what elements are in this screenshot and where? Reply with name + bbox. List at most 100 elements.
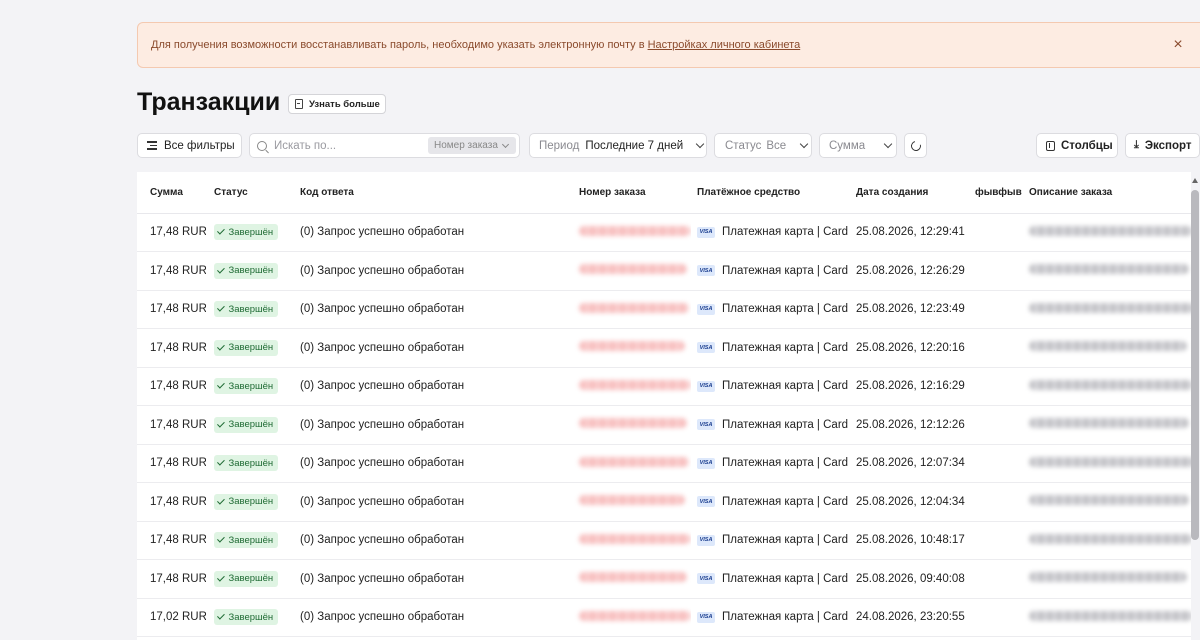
- cell-description: [1025, 559, 1191, 599]
- cell-status: Завершён: [206, 328, 288, 368]
- payment-method-label: Платежная карта | Card: [722, 341, 848, 354]
- learn-more-label: Узнать больше: [309, 98, 380, 110]
- transactions-table: Сумма Статус Код ответа Номер заказа Пла…: [137, 172, 1191, 640]
- table-row[interactable]: 17,48 RUR Завершён (0) Запрос успешно обра…: [137, 482, 1191, 522]
- scroll-up-icon[interactable]: [1192, 178, 1198, 183]
- status-badge: Завершён: [214, 378, 279, 395]
- cell-status: Завершён: [206, 213, 288, 252]
- status-badge: Завершён: [214, 455, 279, 472]
- column-header-status[interactable]: Статус: [206, 172, 288, 214]
- chevron-down-icon: [883, 139, 893, 149]
- table-row[interactable]: 17,48 RUR Завершён (0) Запрос успешно обра…: [137, 444, 1191, 483]
- chevron-down-icon: [501, 140, 509, 148]
- table-row[interactable]: 17,48 RUR Завершён (0) Запрос успешно обра…: [137, 328, 1191, 368]
- all-filters-button[interactable]: Все фильтры: [137, 133, 242, 158]
- table-row[interactable]: 17,48 RUR Завершён (0) Запрос успешно обра…: [137, 559, 1191, 599]
- cell-status: Завершён: [206, 598, 288, 637]
- cell-description: [1025, 444, 1191, 483]
- cell-date: 25.08.2026, 12:12:26: [848, 405, 971, 445]
- cell-payment: VISA Платежная карта | Card: [691, 559, 848, 599]
- amount-select[interactable]: Сумма: [819, 133, 897, 158]
- cell-date: 25.08.2026, 12:29:41: [848, 213, 971, 252]
- cell-date: 24.08.2026, 23:20:55: [848, 598, 971, 637]
- cell-custom: [971, 290, 1025, 329]
- table-scrollbar[interactable]: [1190, 176, 1200, 640]
- table-row[interactable]: 17,48 RUR Завершён (0) Запрос успешно обра…: [137, 521, 1191, 560]
- redacted-description: [1029, 264, 1189, 275]
- filter-toolbar: Все фильтры Номер заказа Период Последни…: [137, 133, 1200, 158]
- table-row[interactable]: 17,48 RUR Завершён (0) Запрос успешно обра…: [137, 251, 1191, 291]
- chevron-down-icon: [799, 139, 809, 149]
- alert-banner: Для получения возможности восстанавливат…: [137, 22, 1200, 68]
- cell-code: (0) Запрос успешно обработан: [288, 444, 573, 483]
- cell-code: (0) Запрос успешно обработан: [288, 405, 573, 445]
- export-label: Экспорт: [1144, 139, 1192, 152]
- columns-label: Столбцы: [1061, 139, 1113, 152]
- redacted-description: [1029, 610, 1191, 621]
- cell-custom: [971, 251, 1025, 291]
- table-row[interactable]: 17,48 RUR Завершён (0) Запрос успешно обра…: [137, 367, 1191, 406]
- redacted-order-number: [579, 610, 691, 621]
- visa-card-icon: VISA: [697, 265, 715, 277]
- check-icon: [217, 381, 225, 389]
- payment-method-label: Платежная карта | Card: [722, 457, 848, 470]
- cell-description: [1025, 482, 1191, 522]
- refresh-button[interactable]: [904, 133, 927, 158]
- column-header-custom[interactable]: фывфыв: [971, 172, 1025, 214]
- status-badge: Завершён: [214, 339, 279, 356]
- cell-payment: VISA Платежная карта | Card: [691, 328, 848, 368]
- table-header-row: Сумма Статус Код ответа Номер заказа Пла…: [137, 172, 1191, 214]
- cell-status: Завершён: [206, 405, 288, 445]
- refresh-icon: [908, 138, 923, 153]
- cell-date: 25.08.2026, 12:07:34: [848, 444, 971, 483]
- cell-status: Завершён: [206, 559, 288, 599]
- amount-label: Сумма: [829, 139, 866, 152]
- cell-code: (0) Запрос успешно обработан: [288, 251, 573, 291]
- alert-text: Для получения возможности восстанавливат…: [151, 39, 645, 51]
- status-badge-label: Завершён: [228, 573, 274, 585]
- column-header-code[interactable]: Код ответа: [288, 172, 573, 214]
- cell-amount: 17,48 RUR: [137, 559, 206, 599]
- search-field-select[interactable]: Номер заказа: [428, 137, 516, 154]
- table-row[interactable]: 17,48 RUR Завершён (0) Запрос успешно обра…: [137, 213, 1191, 252]
- column-header-order[interactable]: Номер заказа: [573, 172, 691, 214]
- table-row[interactable]: 17,48 RUR Завершён (0) Запрос успешно обра…: [137, 405, 1191, 445]
- status-badge: Завершён: [214, 609, 279, 626]
- page-title: Транзакции: [137, 88, 281, 116]
- status-badge: Завершён: [214, 301, 279, 318]
- table-row[interactable]: 17,48 RUR Завершён (0) Запрос успешно обра…: [137, 290, 1191, 329]
- status-badge-label: Завершён: [228, 303, 274, 315]
- export-button[interactable]: ⤓ Экспорт: [1125, 133, 1200, 158]
- cell-amount: 17,48 RUR: [137, 405, 206, 445]
- payment-method-label: Платежная карта | Card: [722, 264, 848, 277]
- cell-order: [573, 482, 691, 522]
- column-header-payment[interactable]: Платёжное средство: [691, 172, 848, 214]
- cell-date: 25.08.2026, 12:26:29: [848, 251, 971, 291]
- check-icon: [217, 458, 225, 466]
- payment-method-label: Платежная карта | Card: [722, 303, 848, 316]
- redacted-order-number: [579, 533, 691, 544]
- check-icon: [217, 304, 225, 312]
- status-select[interactable]: Статус Все: [714, 133, 812, 158]
- cell-date: 25.08.2026, 12:04:34: [848, 482, 971, 522]
- period-select[interactable]: Период Последние 7 дней: [529, 133, 707, 158]
- cell-custom: [971, 482, 1025, 522]
- cell-custom: [971, 559, 1025, 599]
- scroll-thumb[interactable]: [1191, 190, 1199, 540]
- close-icon[interactable]: ×: [1168, 35, 1188, 55]
- table-row[interactable]: 17,02 RUR Завершён (0) Запрос успешно обра…: [137, 598, 1191, 637]
- cell-order: [573, 444, 691, 483]
- cell-order: [573, 559, 691, 599]
- cell-date: 25.08.2026, 12:23:49: [848, 290, 971, 329]
- learn-more-button[interactable]: Узнать больше: [288, 94, 386, 114]
- column-header-date[interactable]: Дата создания: [848, 172, 971, 214]
- cell-date: 25.08.2026, 09:40:08: [848, 559, 971, 599]
- search-input[interactable]: [274, 139, 424, 152]
- status-badge: Завершён: [214, 570, 279, 587]
- alert-settings-link[interactable]: Настройках личного кабинета: [648, 39, 801, 51]
- column-header-description[interactable]: Описание заказа: [1025, 172, 1191, 214]
- check-icon: [217, 573, 225, 581]
- status-badge-label: Завершён: [228, 534, 274, 546]
- column-header-amount[interactable]: Сумма: [137, 172, 206, 214]
- columns-button[interactable]: Столбцы: [1036, 133, 1118, 158]
